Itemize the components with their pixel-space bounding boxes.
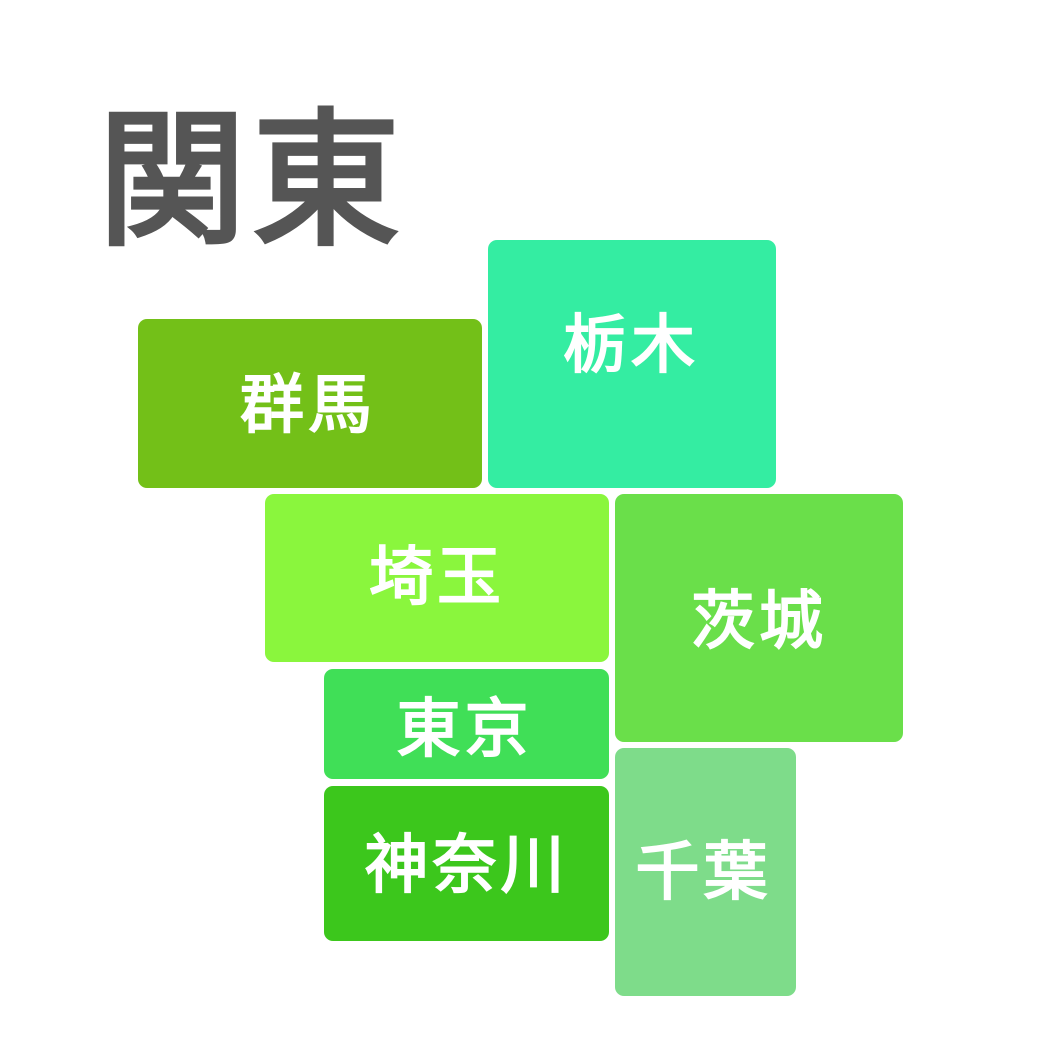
prefecture-saitama[interactable]: 埼玉 — [265, 494, 609, 662]
region-title: 関東 — [98, 95, 406, 267]
prefecture-label-tokyo: 東京 — [396, 693, 533, 767]
prefecture-tochigi[interactable]: 栃木 — [488, 240, 776, 488]
prefecture-label-chiba: 千葉 — [635, 836, 772, 910]
prefecture-label-gunma: 群馬 — [240, 368, 376, 443]
prefecture-ibaraki[interactable]: 茨城 — [615, 494, 903, 742]
prefecture-label-ibaraki: 茨城 — [691, 585, 827, 659]
prefecture-tokyo[interactable]: 東京 — [324, 669, 609, 779]
prefecture-gunma[interactable]: 群馬 — [138, 319, 482, 488]
prefecture-kanagawa[interactable]: 神奈川 — [324, 786, 609, 941]
prefecture-label-tochigi: 栃木 — [563, 309, 699, 383]
prefecture-label-saitama: 埼玉 — [369, 541, 505, 615]
prefecture-chiba[interactable]: 千葉 — [615, 748, 796, 996]
prefecture-label-kanagawa: 神奈川 — [364, 828, 569, 903]
